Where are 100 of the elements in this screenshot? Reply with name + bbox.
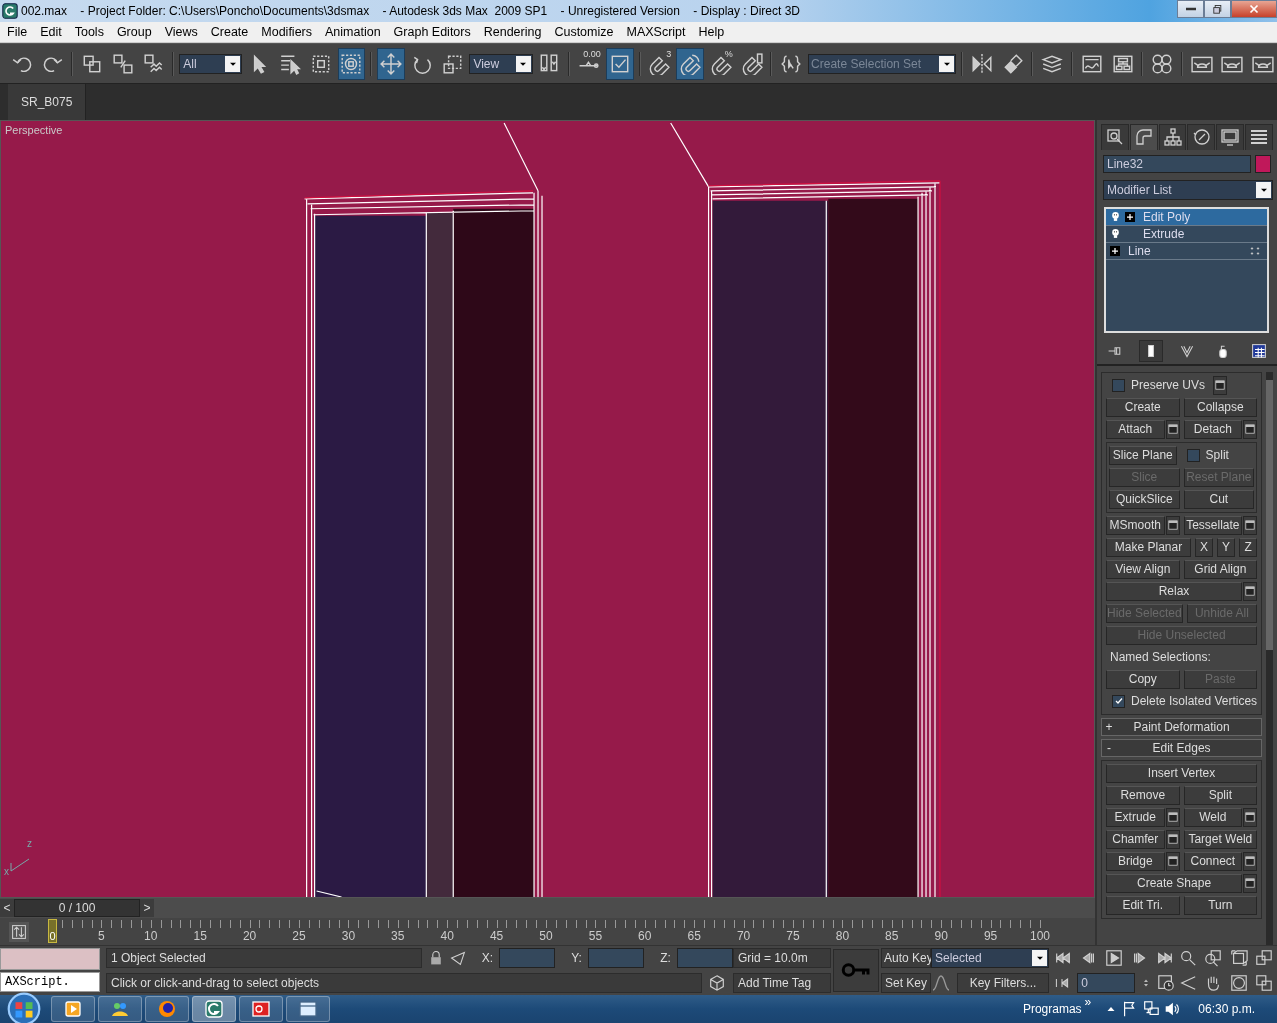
taskbar-button[interactable] [145,996,189,1022]
command-button[interactable]: Collapse [1183,397,1258,417]
taskbar-button[interactable] [286,996,330,1022]
command-button[interactable]: Detach [1183,419,1243,439]
menu-item[interactable]: Modifiers [254,25,318,40]
key-mode-dropdown[interactable]: Selected [931,947,1049,968]
checked-square-button[interactable] [605,47,634,80]
menu-item[interactable]: MAXScript [619,25,692,40]
command-button[interactable]: Grid Align [1183,559,1258,579]
command-button[interactable]: Insert Vertex [1106,763,1258,783]
viewport-label[interactable]: Perspective [5,123,63,136]
checkbox[interactable] [1112,378,1125,392]
command-button[interactable]: Bridge [1106,851,1165,871]
window-crossing-button[interactable] [337,47,366,80]
command-button[interactable]: Remove [1106,785,1180,805]
move-button[interactable] [377,47,406,80]
maximize-button[interactable] [1204,0,1231,18]
command-button[interactable]: View Align [1106,559,1180,579]
dropdown[interactable]: View [469,53,533,74]
coordinate-field[interactable] [676,947,733,968]
settings-button[interactable] [1213,375,1228,395]
set-key-button[interactable]: Set Key [881,972,931,993]
play-button[interactable] [1104,947,1124,968]
object-color-swatch[interactable] [1255,154,1271,173]
settings-button[interactable] [1243,851,1258,871]
command-button[interactable]: Cut [1183,489,1255,509]
command-button[interactable]: Make Planar [1106,537,1192,557]
scrollbar[interactable] [1266,371,1273,945]
command-button[interactable]: Weld [1183,807,1243,827]
settings-button[interactable] [1165,515,1180,535]
stack-item[interactable]: Extrude [1106,225,1267,243]
taskbar-button[interactable] [192,996,236,1022]
hierarchy-tab[interactable] [1158,123,1187,150]
command-button[interactable]: Turn [1183,895,1258,915]
checkbox-label[interactable]: Split [1205,448,1229,463]
i-beam-button[interactable] [1139,339,1163,362]
command-button[interactable]: Extrude [1106,807,1165,827]
current-frame-field[interactable]: 0 [1077,972,1135,993]
command-button[interactable]: Create [1106,397,1180,417]
minimize-button[interactable] [1177,0,1204,18]
menu-item[interactable]: Views [157,25,204,40]
maxscript-listener-field[interactable]: AXScript. [0,972,100,993]
toolbar-label[interactable]: Programas [1022,1002,1082,1016]
current-frame-marker[interactable]: 0 [48,918,57,943]
settings-button[interactable] [1243,873,1258,893]
modifier-name[interactable]: Extrude [1139,226,1267,241]
command-button[interactable]: Target Weld [1183,829,1258,849]
command-button[interactable]: X [1195,537,1214,557]
checkbox[interactable] [1112,694,1125,708]
magnet-button[interactable]: 3 [645,47,674,80]
command-button[interactable]: Edit Tri. [1106,895,1180,915]
menu-item[interactable]: Help [691,25,731,40]
rollout-header[interactable]: + Paint Deformation [1101,717,1263,736]
previous-frame-button[interactable]: < [0,898,14,917]
menu-item[interactable]: Customize [547,25,620,40]
curve-editor-button[interactable] [9,921,29,942]
menu-item[interactable]: Group [109,25,158,40]
command-button[interactable]: Split [1183,785,1258,805]
utilities-tab[interactable] [1245,123,1273,150]
menu-item[interactable]: File [0,25,34,40]
stack-item[interactable]: Edit Poly [1106,208,1267,226]
coordinate-field[interactable] [587,947,645,968]
command-button[interactable]: Slice Plane [1109,445,1177,465]
checkbox[interactable] [1186,448,1200,462]
settings-button[interactable] [1165,829,1180,849]
command-button[interactable]: Chamfer [1106,829,1165,849]
command-button[interactable]: MSmooth [1106,515,1165,535]
settings-button[interactable] [1243,807,1258,827]
modifier-name[interactable]: Edit Poly [1139,209,1267,224]
close-button[interactable] [1231,0,1277,18]
viewport[interactable]: Perspective z x [0,119,1095,898]
manipulate-slider-button[interactable]: 0.00 [575,47,603,80]
taskbar-button[interactable] [98,996,142,1022]
settings-button[interactable] [1165,851,1180,871]
command-button[interactable]: Z [1239,537,1258,557]
command-button[interactable]: Create Shape [1106,873,1243,893]
settings-button[interactable] [1165,419,1180,439]
settings-button[interactable] [1165,807,1180,827]
create-tab[interactable] [1101,123,1129,150]
menu-item[interactable]: Tools [67,25,110,40]
add-time-tag-button[interactable]: Add Time Tag [733,972,831,993]
time-configuration-button[interactable] [1156,972,1175,993]
checkbox-label[interactable]: Preserve UVs [1131,378,1206,393]
toolbar-tab[interactable]: SR_B075 [8,84,87,120]
rollout-header[interactable]: - Edit Edges [1101,738,1263,757]
menu-item[interactable]: Create [203,25,255,40]
time-slider-thumb[interactable]: 0 / 100 [14,898,140,917]
modifier-list-dropdown[interactable]: Modifier List [1103,179,1273,200]
settings-button[interactable] [1243,581,1258,601]
settings-button[interactable] [1243,515,1258,535]
next-frame-button[interactable]: > [140,898,154,917]
menu-item[interactable]: Animation [318,25,387,40]
key-filters-button[interactable]: Key Filters... [957,972,1049,993]
macro-recorder-field[interactable] [0,948,100,971]
display-tab[interactable] [1216,123,1245,150]
menu-item[interactable]: Edit [33,25,68,40]
command-button[interactable]: Attach [1106,419,1165,439]
menu-item[interactable]: Graph Editors [386,25,477,40]
command-button[interactable]: Relax [1106,581,1243,601]
dropdown[interactable]: All [179,53,243,74]
